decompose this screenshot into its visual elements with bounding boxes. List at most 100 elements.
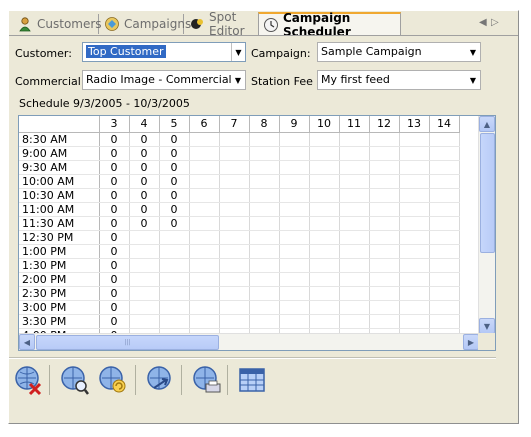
grid-cell[interactable] (189, 202, 220, 217)
grid-cell[interactable] (369, 202, 400, 217)
scroll-left-icon[interactable]: ◀ (19, 334, 35, 350)
grid-cell[interactable]: 0 (99, 314, 130, 329)
grid-cell[interactable] (429, 146, 460, 161)
grid-cell[interactable]: 0 (99, 272, 130, 287)
copy-schedule-button[interactable] (143, 363, 177, 397)
grid-cell[interactable]: 0 (159, 174, 190, 189)
grid-cell[interactable] (189, 146, 220, 161)
grid-cell[interactable] (249, 188, 280, 203)
grid-cell[interactable]: 0 (129, 132, 160, 147)
grid-cell[interactable] (279, 314, 310, 329)
grid-cell[interactable] (129, 286, 160, 301)
grid-column-header[interactable]: 14 (429, 116, 460, 133)
grid-cell[interactable]: 0 (99, 202, 130, 217)
grid-cell[interactable] (429, 286, 460, 301)
grid-cell[interactable]: 0 (159, 202, 190, 217)
grid-cell[interactable] (399, 188, 430, 203)
grid-cell[interactable] (399, 174, 430, 189)
grid-cell[interactable] (399, 132, 430, 147)
grid-cell[interactable] (129, 272, 160, 287)
grid-cell[interactable] (219, 202, 250, 217)
grid-cell[interactable] (189, 272, 220, 287)
chevron-down-icon[interactable]: ▼ (466, 71, 480, 89)
grid-cell[interactable] (159, 286, 190, 301)
grid-cell[interactable] (309, 202, 340, 217)
chevron-down-icon[interactable]: ▼ (466, 43, 480, 61)
grid-cell[interactable]: 0 (159, 132, 190, 147)
grid-column-header[interactable]: 6 (189, 116, 220, 133)
grid-cell[interactable] (279, 146, 310, 161)
grid-cell[interactable] (279, 244, 310, 259)
grid-cell[interactable] (189, 230, 220, 245)
grid-cell[interactable] (339, 272, 370, 287)
grid-cell[interactable]: 0 (129, 202, 160, 217)
grid-cell[interactable]: 0 (99, 216, 130, 231)
grid-cell[interactable] (429, 258, 460, 273)
grid-column-header[interactable]: 10 (309, 116, 340, 133)
grid-cell[interactable] (279, 258, 310, 273)
print-schedule-button[interactable] (189, 363, 223, 397)
grid-cell[interactable] (429, 272, 460, 287)
grid-cell[interactable] (189, 188, 220, 203)
grid-column-header[interactable]: 13 (399, 116, 430, 133)
grid-cell[interactable] (249, 258, 280, 273)
grid-cell[interactable] (309, 160, 340, 175)
grid-cell[interactable] (399, 202, 430, 217)
grid-cell[interactable] (339, 258, 370, 273)
grid-column-header[interactable]: 5 (159, 116, 190, 133)
grid-cell[interactable] (159, 272, 190, 287)
grid-cell[interactable] (249, 202, 280, 217)
grid-cell[interactable] (309, 174, 340, 189)
grid-cell[interactable] (129, 244, 160, 259)
grid-cell[interactable] (219, 230, 250, 245)
grid-column-header[interactable]: 7 (219, 116, 250, 133)
chevron-down-icon[interactable]: ▼ (231, 43, 245, 61)
grid-cell[interactable] (189, 258, 220, 273)
vertical-scrollbar[interactable]: ▲ ▼ (478, 116, 495, 334)
grid-cell[interactable] (219, 160, 250, 175)
grid-cell[interactable] (279, 286, 310, 301)
grid-cell[interactable] (279, 160, 310, 175)
grid-cell[interactable] (309, 230, 340, 245)
grid-cell[interactable] (249, 300, 280, 315)
grid-cell[interactable] (369, 244, 400, 259)
grid-cell[interactable] (189, 300, 220, 315)
grid-cell[interactable] (429, 314, 460, 329)
grid-cell[interactable] (429, 216, 460, 231)
grid-cell[interactable]: 0 (99, 174, 130, 189)
grid-cell[interactable]: 0 (99, 160, 130, 175)
grid-cell[interactable] (189, 160, 220, 175)
grid-cell[interactable] (279, 272, 310, 287)
grid-cell[interactable] (189, 286, 220, 301)
grid-cell[interactable] (399, 300, 430, 315)
grid-cell[interactable] (369, 258, 400, 273)
grid-cell[interactable] (369, 132, 400, 147)
grid-cell[interactable] (249, 216, 280, 231)
grid-cell[interactable] (399, 272, 430, 287)
remove-schedule-button[interactable] (11, 363, 45, 397)
grid-cell[interactable] (429, 300, 460, 315)
commercial-select[interactable]: Radio Image - Commercial ▼ (82, 70, 246, 90)
calendar-view-button[interactable] (235, 363, 269, 397)
grid-cell[interactable] (249, 244, 280, 259)
grid-cell[interactable] (279, 174, 310, 189)
tab-next-arrow-icon[interactable]: ▷ (491, 17, 499, 28)
grid-cell[interactable] (339, 174, 370, 189)
grid-cell[interactable] (249, 146, 280, 161)
grid-cell[interactable]: 0 (159, 188, 190, 203)
grid-cell[interactable] (249, 230, 280, 245)
grid-cell[interactable] (309, 300, 340, 315)
grid-cell[interactable] (429, 244, 460, 259)
grid-cell[interactable] (159, 244, 190, 259)
grid-cell[interactable] (399, 160, 430, 175)
grid-cell[interactable]: 0 (159, 160, 190, 175)
grid-cell[interactable] (369, 286, 400, 301)
grid-cell[interactable] (279, 202, 310, 217)
grid-cell[interactable] (249, 286, 280, 301)
grid-cell[interactable] (339, 146, 370, 161)
grid-cell[interactable]: 0 (99, 244, 130, 259)
grid-cell[interactable] (249, 160, 280, 175)
grid-cell[interactable]: 0 (99, 258, 130, 273)
grid-cell[interactable] (219, 244, 250, 259)
grid-cell[interactable] (429, 160, 460, 175)
